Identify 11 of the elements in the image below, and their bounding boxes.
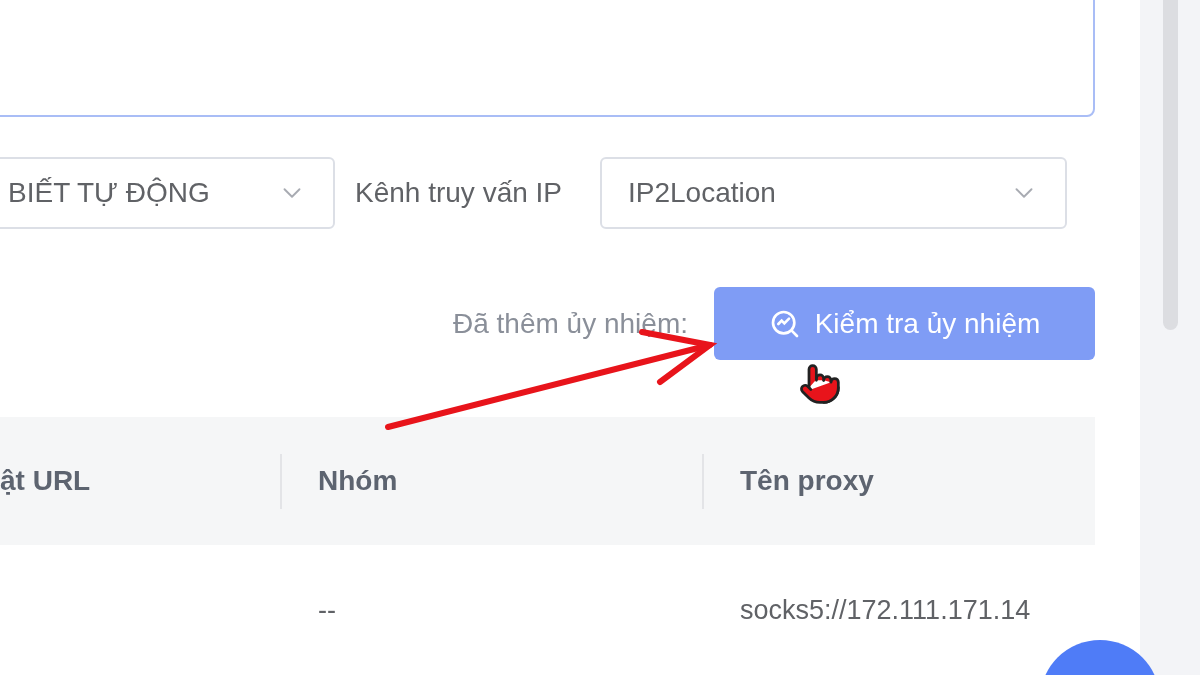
table-cell-text: -- xyxy=(317,594,337,626)
column-header: Nhóm xyxy=(318,465,398,497)
hand-cursor-icon xyxy=(798,362,842,406)
select-field[interactable]: IP2Location xyxy=(600,157,1067,229)
status-text: Đã thêm ủy nhiệm: xyxy=(453,307,688,340)
text-area[interactable] xyxy=(0,0,1095,117)
table-cell-text: socks5://172.111.171.14 xyxy=(739,594,1032,626)
select-field[interactable]: BIẾT TỰ ĐỘNG xyxy=(0,157,335,229)
column-header: ật URL xyxy=(0,465,91,497)
column-header: Tên proxy xyxy=(740,465,874,497)
field-label: Kênh truy vấn IP xyxy=(355,177,562,209)
